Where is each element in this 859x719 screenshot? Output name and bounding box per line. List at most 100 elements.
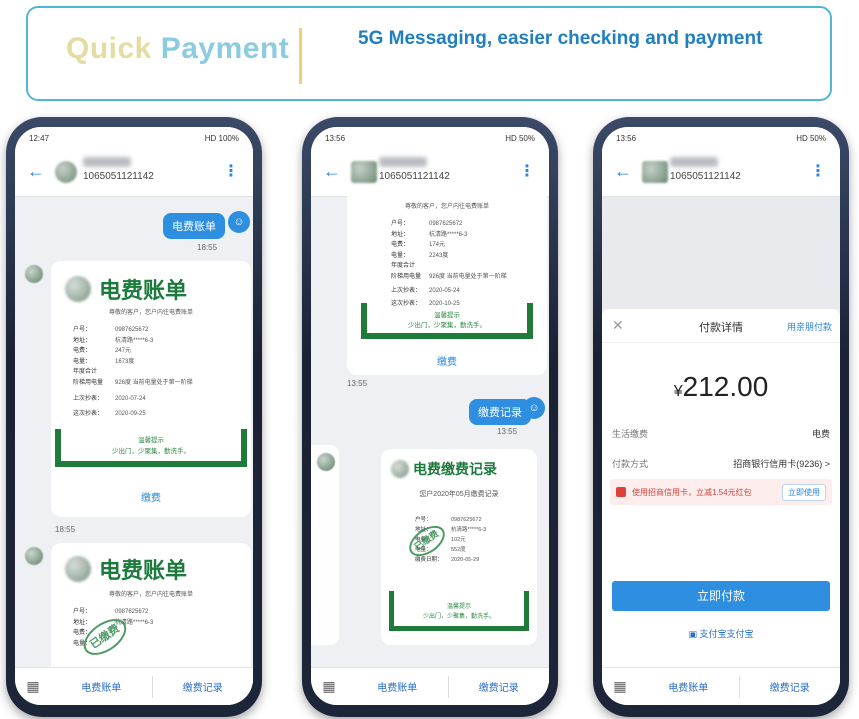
brand-logo xyxy=(391,460,409,478)
phone-3: 13:56 HD 50% ← 1065051121142 ⋮ ✕ 付款详情 用亲… xyxy=(593,117,849,717)
tip-text: 少出门，少聚集，勤洗手。 xyxy=(112,448,190,455)
use-now-button[interactable]: 立即使用 xyxy=(782,483,826,501)
detail-row: 电量： 2243度 xyxy=(391,252,449,259)
payment-method-label: 付款方式 xyxy=(612,459,649,469)
payment-method-row[interactable]: 付款方式 招商银行信用卡(9236) > xyxy=(612,457,830,470)
bottom-menu: ▦ 电费账单 缴费记录 xyxy=(15,667,253,705)
phone-2: 13:56 HD 50% ← 1065051121142 ⋮ 尊敬的客户，您户内… xyxy=(302,117,558,717)
phone-2-screen: 13:56 HD 50% ← 1065051121142 ⋮ 尊敬的客户，您户内… xyxy=(311,127,549,705)
card-header: 电费账单 xyxy=(65,553,187,585)
message-timestamp: 18:55 xyxy=(197,243,218,252)
promo-banner: 使用招商信用卡，立减1.54元红包 立即使用 xyxy=(610,479,832,505)
phone-3-screen: 13:56 HD 50% ← 1065051121142 ⋮ ✕ 付款详情 用亲… xyxy=(602,127,840,705)
menu-record-button[interactable]: 缴费记录 xyxy=(449,679,550,694)
menu-bill-button[interactable]: 电费账单 xyxy=(347,679,448,694)
sent-message-bubble: 缴费记录 xyxy=(469,399,531,425)
menu-record-button[interactable]: 缴费记录 xyxy=(740,679,841,694)
detail-row: 这次抄表： 2020-09-25 xyxy=(73,410,146,417)
previous-card-edge xyxy=(311,445,339,645)
menu-bill-button[interactable]: 电费账单 xyxy=(51,679,152,694)
more-menu-icon[interactable]: ⋮ xyxy=(810,161,826,181)
tip-title: 温馨提示 xyxy=(434,312,460,319)
bill-card-2[interactable]: 电费账单 尊敬的客户，您户内往电费账单 户号： 0987625672 地址： 杭清路… xyxy=(51,543,251,683)
contact-name-blurred xyxy=(83,157,131,167)
status-bar: 12:47 HD 100% xyxy=(15,127,253,147)
sent-message-bubble: 电费账单 xyxy=(163,213,225,239)
bottom-menu: ▦ 电费账单 缴费记录 xyxy=(311,667,549,705)
card-subtitle: 尊敬的客户，您户内往电费账单 xyxy=(404,204,489,210)
more-menu-icon[interactable]: ⋮ xyxy=(519,161,535,181)
payment-record-card[interactable]: 电费缴费记录 您户2020年05月缴费记录 户号： 0987625672 地址：杭… xyxy=(381,449,537,645)
status-time: 13:56 xyxy=(325,134,346,143)
contact-avatar xyxy=(642,161,668,183)
phone-1: 12:47 HD 100% ← 1065051121142 ⋮ 电费账单 ☺ 1… xyxy=(6,117,262,717)
detail-row: 电量： 1673度 xyxy=(73,358,135,365)
alipay-link[interactable]: ▣ 支付宝支付宝 xyxy=(602,627,840,640)
bill-type-label: 生活缴费 xyxy=(612,429,649,439)
status-indicators: HD 50% xyxy=(796,134,826,143)
divider xyxy=(299,28,302,84)
tip-text: 少出门，少聚集，勤洗手。 xyxy=(408,322,486,329)
back-arrow-icon[interactable]: ← xyxy=(614,161,632,182)
brand-word-quick: Quick xyxy=(66,32,152,65)
detail-row: 年度合计 xyxy=(391,263,416,269)
pay-now-button[interactable]: 立即付款 xyxy=(612,581,830,611)
detail-row: 阶梯用电量 926度 当前电量处于第一阶梯 xyxy=(391,273,507,280)
contact-avatar xyxy=(351,161,377,183)
contact-number: 1065051121142 xyxy=(379,171,450,182)
brand-title: Quick Payment xyxy=(66,32,289,66)
message-timestamp: 13:55 xyxy=(347,379,368,388)
detail-row: 户号： 0987625672 xyxy=(73,327,149,333)
chat-header: ← 1065051121142 ⋮ xyxy=(15,147,253,197)
card-title: 电费账单 xyxy=(99,278,188,304)
detail-row: 缴费日期： 2020-05-29 xyxy=(415,557,480,563)
keyboard-grid-icon[interactable]: ▦ xyxy=(311,678,347,695)
contact-number: 1065051121142 xyxy=(83,171,154,182)
detail-row: 电费： 174元 xyxy=(391,242,446,248)
tip-title: 温馨提示 xyxy=(138,437,164,444)
keyboard-grid-icon[interactable]: ▦ xyxy=(602,678,638,695)
bottom-menu: ▦ 电费账单 缴费记录 xyxy=(602,667,840,705)
detail-row: 地址： 杭清路*****6-3 xyxy=(73,337,154,344)
phone-1-screen: 12:47 HD 100% ← 1065051121142 ⋮ 电费账单 ☺ 1… xyxy=(15,127,253,705)
chat-header: ← 1065051121142 ⋮ xyxy=(602,147,840,197)
sheet-header: ✕ 付款详情 用亲朋付款 xyxy=(602,309,840,343)
message-timestamp: 13:55 xyxy=(497,427,518,436)
back-arrow-icon[interactable]: ← xyxy=(27,161,45,182)
friend-pay-link[interactable]: 用亲朋付款 xyxy=(787,320,832,333)
brand-logo xyxy=(65,556,91,582)
bill-type-row: 生活缴费 电费 xyxy=(612,427,830,440)
menu-record-button[interactable]: 缴费记录 xyxy=(153,679,254,694)
brand-word-payment: Payment xyxy=(151,32,290,65)
keyboard-grid-icon[interactable]: ▦ xyxy=(15,678,51,695)
contact-number: 1065051121142 xyxy=(670,171,741,182)
back-arrow-icon[interactable]: ← xyxy=(323,161,341,182)
user-avatar-icon: ☺ xyxy=(523,397,545,419)
status-bar: 13:56 HD 50% xyxy=(602,127,840,147)
contact-name-blurred xyxy=(670,157,718,167)
coupon-icon xyxy=(616,487,626,497)
pay-link[interactable]: 缴费 xyxy=(347,353,547,368)
bill-type-value: 电费 xyxy=(811,429,830,439)
pay-link[interactable]: 缴费 xyxy=(51,489,251,504)
currency-symbol: ¥ xyxy=(673,383,683,400)
card-title: 电费缴费记录 xyxy=(413,462,497,478)
alipay-link-label: 支付宝支付宝 xyxy=(699,629,754,639)
menu-bill-button[interactable]: 电费账单 xyxy=(638,679,739,694)
alipay-icon: ▣ xyxy=(688,629,697,639)
more-menu-icon[interactable]: ⋮ xyxy=(223,161,239,181)
bill-card[interactable]: 电费账单 尊敬的客户，您户内往电费账单 户号： 0987625672 地址： 杭清路… xyxy=(51,261,251,517)
card-header: 电费缴费记录 xyxy=(391,459,497,479)
contact-name-blurred xyxy=(379,157,427,167)
detail-row: 电费： 247元 xyxy=(73,348,132,354)
banner: Quick Payment 5G Messaging, easier check… xyxy=(26,6,832,101)
payment-method-value[interactable]: 招商银行信用卡(9236) > xyxy=(733,457,830,470)
detail-row: 户号： 0987625672 xyxy=(73,609,149,615)
card-subtitle: 尊敬的客户，您户内往电费账单 xyxy=(108,592,193,598)
card-subtitle: 您户2020年05月缴费记录 xyxy=(419,491,499,498)
detail-row: 年度合计 xyxy=(73,369,98,375)
status-bar: 13:56 HD 50% xyxy=(311,127,549,147)
bot-avatar xyxy=(25,265,43,283)
bill-card[interactable]: 尊敬的客户，您户内往电费账单 户号： 0987625672 地址： 杭清路*****… xyxy=(347,187,547,375)
brand-logo xyxy=(65,276,91,302)
